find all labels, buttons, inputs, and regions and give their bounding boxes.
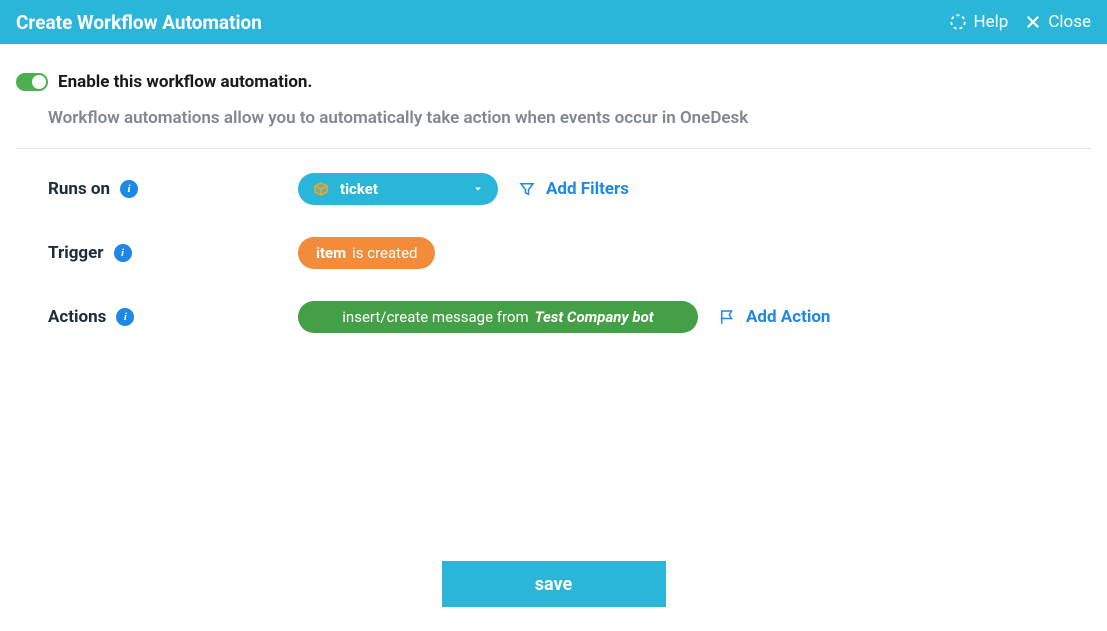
modal-content: Enable this workflow automation. Workflo… (0, 44, 1107, 333)
enable-toggle[interactable] (16, 73, 48, 91)
modal-header: Create Workflow Automation Help Close (0, 0, 1107, 44)
info-icon[interactable]: i (120, 180, 138, 198)
action-bot: Test Company bot (535, 308, 654, 326)
close-icon (1024, 13, 1042, 31)
action-prefix: insert/create message from (342, 308, 528, 326)
trigger-label-col: Trigger i (48, 237, 298, 263)
runs-on-label-col: Runs on i (48, 173, 298, 199)
description-text: Workflow automations allow you to automa… (48, 108, 1091, 148)
form-area: Runs on i ticket (16, 173, 1091, 333)
trigger-pill[interactable]: item is created (298, 237, 435, 269)
runs-on-row: Runs on i ticket (48, 173, 1091, 205)
trigger-text: is created (352, 244, 417, 262)
runs-on-value-col: ticket Add Filters (298, 173, 629, 205)
save-area: save (0, 561, 1107, 607)
add-filters-label: Add Filters (546, 179, 629, 199)
trigger-row: Trigger i item is created (48, 237, 1091, 269)
close-button[interactable]: Close (1024, 12, 1091, 32)
actions-label-col: Actions i (48, 301, 298, 327)
save-button[interactable]: save (442, 561, 666, 607)
close-label: Close (1048, 12, 1091, 32)
enable-label: Enable this workflow automation. (58, 72, 312, 92)
ticket-icon (312, 180, 330, 198)
filter-icon (518, 180, 536, 198)
actions-row: Actions i insert/create message from Tes… (48, 301, 1091, 333)
help-icon (949, 13, 967, 31)
add-action-label: Add Action (746, 307, 830, 327)
add-action-button[interactable]: Add Action (718, 307, 830, 327)
header-actions: Help Close (949, 12, 1091, 32)
actions-value-col: insert/create message from Test Company … (298, 301, 830, 333)
trigger-value-col: item is created (298, 237, 435, 269)
actions-label: Actions (48, 307, 106, 327)
trigger-label: Trigger (48, 243, 104, 263)
runs-on-value: ticket (340, 180, 378, 198)
flag-icon (718, 308, 736, 326)
help-button[interactable]: Help (949, 12, 1008, 32)
trigger-item: item (316, 244, 346, 262)
info-icon[interactable]: i (116, 308, 134, 326)
help-label: Help (973, 12, 1008, 32)
modal-title: Create Workflow Automation (16, 11, 262, 34)
runs-on-label: Runs on (48, 179, 110, 199)
divider (16, 148, 1091, 149)
info-icon[interactable]: i (114, 244, 132, 262)
chevron-down-icon (472, 183, 484, 195)
runs-on-dropdown[interactable]: ticket (298, 173, 498, 205)
add-filters-button[interactable]: Add Filters (518, 179, 629, 199)
enable-row: Enable this workflow automation. (16, 72, 1091, 92)
action-pill[interactable]: insert/create message from Test Company … (298, 301, 698, 333)
